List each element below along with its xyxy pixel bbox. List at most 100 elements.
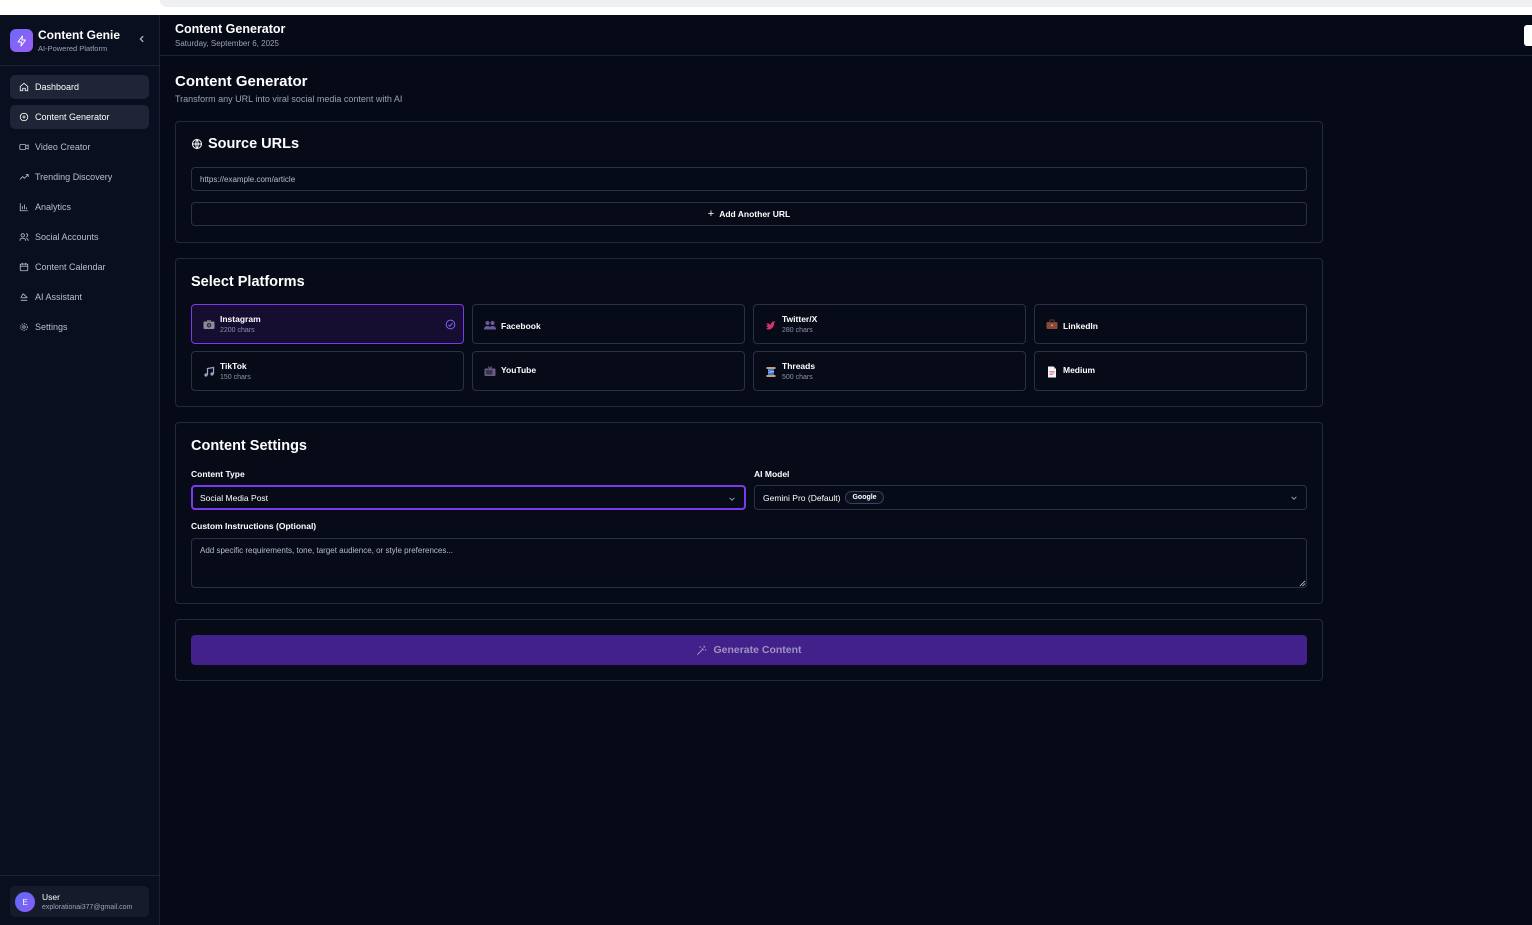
user-name: User (42, 892, 60, 902)
sidebar-item-video-creator[interactable]: Video Creator (10, 135, 149, 159)
ai-model-select[interactable]: Gemini Pro (Default) Google (754, 485, 1307, 510)
sidebar-item-ai-assistant[interactable]: AI Assistant (10, 285, 149, 309)
chevron-left-icon (139, 35, 144, 43)
sidebar-item-label: Social Accounts (35, 232, 99, 242)
camera-icon (202, 318, 215, 331)
sidebar-item-label: AI Assistant (35, 292, 83, 302)
platform-facebook[interactable]: Facebook (472, 304, 745, 344)
platform-name: TikTok (220, 361, 247, 371)
add-url-label: Add Another URL (719, 209, 791, 219)
trending-up-icon (18, 172, 29, 183)
sidebar-divider (0, 875, 159, 876)
plus-circle-icon (18, 112, 29, 123)
briefcase-icon (1045, 318, 1058, 331)
select-platforms-title: Select Platforms (191, 274, 305, 290)
platform-name: YouTube (501, 365, 537, 375)
platform-name: Twitter/X (782, 314, 818, 324)
user-email: explorationai377@gmail.com (42, 904, 133, 911)
sidebar-item-settings[interactable]: Settings (10, 315, 149, 339)
bird-icon (764, 318, 777, 331)
sidebar: Content Genie AI-Powered Platform Dashbo… (0, 15, 160, 925)
platform-twitter-x[interactable]: Twitter/X 280 chars (753, 304, 1026, 344)
brand-subtitle: AI-Powered Platform (38, 44, 108, 53)
music-note-icon (202, 365, 215, 378)
content-settings-title: Content Settings (191, 438, 307, 454)
platform-name: Threads (782, 361, 816, 371)
generate-content-button[interactable]: Generate Content (191, 635, 1307, 665)
globe-icon (191, 138, 203, 150)
platform-char-limit: 2200 chars (220, 327, 255, 334)
sidebar-item-trending-discovery[interactable]: Trending Discovery (10, 165, 149, 189)
people-icon (483, 318, 496, 331)
source-urls-title: Source URLs (191, 136, 299, 152)
sidebar-item-content-generator[interactable]: Content Generator (10, 105, 149, 129)
platform-name: Facebook (501, 321, 541, 331)
sidebar-item-label: Analytics (35, 202, 72, 212)
top-header: Content Generator Saturday, September 6,… (160, 15, 1532, 56)
lightning-icon (10, 29, 33, 52)
collapse-sidebar-button[interactable] (135, 32, 149, 46)
source-urls-title-text: Source URLs (208, 136, 300, 152)
avatar: E (15, 892, 35, 912)
generate-content-label: Generate Content (713, 644, 802, 656)
header-action-button[interactable] (1524, 25, 1532, 46)
brand: Content Genie AI-Powered Platform (10, 27, 150, 55)
magic-wand-icon (696, 645, 707, 656)
select-platforms-card: Select Platforms Instagram 2200 chars Fa… (175, 258, 1323, 407)
page-subtitle: Transform any URL into viral social medi… (175, 94, 403, 104)
sidebar-item-label: Settings (35, 322, 68, 332)
sidebar-item-label: Content Calendar (35, 262, 106, 272)
chevron-down-icon (729, 497, 735, 501)
platform-medium[interactable]: Medium (1034, 351, 1307, 391)
sidebar-item-social-accounts[interactable]: Social Accounts (10, 225, 149, 249)
content-type-value: Social Media Post (200, 492, 269, 503)
content-type-select[interactable]: Social Media Post (191, 485, 746, 510)
page-title: Content Generator (175, 73, 308, 90)
spool-icon (764, 365, 777, 378)
tv-icon (483, 365, 496, 378)
gear-icon (18, 322, 29, 333)
check-circle-icon (445, 319, 456, 330)
resize-handle-icon[interactable] (1299, 580, 1306, 587)
sidebar-item-analytics[interactable]: Analytics (10, 195, 149, 219)
custom-instructions-textarea[interactable] (191, 538, 1307, 588)
custom-instructions-label: Custom Instructions (Optional) (191, 521, 317, 531)
platform-char-limit: 150 chars (220, 374, 251, 381)
ai-model-value: Gemini Pro (Default) (763, 492, 841, 503)
provider-badge: Google (845, 491, 884, 504)
chevron-down-icon (1291, 496, 1297, 500)
platform-tiktok[interactable]: TikTok 150 chars (191, 351, 464, 391)
platform-instagram[interactable]: Instagram 2200 chars (191, 304, 464, 344)
sidebar-item-label: Trending Discovery (35, 172, 113, 182)
bar-chart-icon (18, 202, 29, 213)
users-icon (18, 232, 29, 243)
browser-top-strip (0, 0, 1532, 15)
platform-name: Medium (1063, 365, 1096, 375)
header-date: Saturday, September 6, 2025 (175, 39, 279, 48)
sidebar-item-label: Dashboard (35, 82, 80, 92)
platform-name: LinkedIn (1063, 321, 1098, 331)
platform-threads[interactable]: Threads 500 chars (753, 351, 1026, 391)
document-icon (1045, 365, 1058, 378)
calendar-icon (18, 262, 29, 273)
sidebar-item-label: Content Generator (35, 112, 110, 122)
platform-linkedin[interactable]: LinkedIn (1034, 304, 1307, 344)
sidebar-item-dashboard[interactable]: Dashboard (10, 75, 149, 99)
platform-char-limit: 500 chars (782, 374, 813, 381)
plus-icon: + (707, 208, 715, 220)
brand-title: Content Genie (38, 28, 121, 42)
platform-char-limit: 280 chars (782, 327, 813, 334)
add-another-url-button[interactable]: + Add Another URL (191, 202, 1307, 226)
user-profile-card[interactable]: E User explorationai377@gmail.com (10, 886, 149, 917)
sidebar-item-label: Video Creator (35, 142, 91, 152)
sidebar-item-content-calendar[interactable]: Content Calendar (10, 255, 149, 279)
platform-name: Instagram (220, 314, 261, 324)
header-title: Content Generator (175, 22, 286, 36)
source-url-input[interactable] (191, 167, 1307, 191)
platform-youtube[interactable]: YouTube (472, 351, 745, 391)
content-settings-card: Content Settings Content Type Social Med… (175, 422, 1323, 604)
generate-card: Generate Content (175, 619, 1323, 681)
video-icon (18, 142, 29, 153)
source-urls-card: Source URLs + Add Another URL (175, 121, 1323, 243)
ai-model-label: AI Model (754, 469, 790, 479)
